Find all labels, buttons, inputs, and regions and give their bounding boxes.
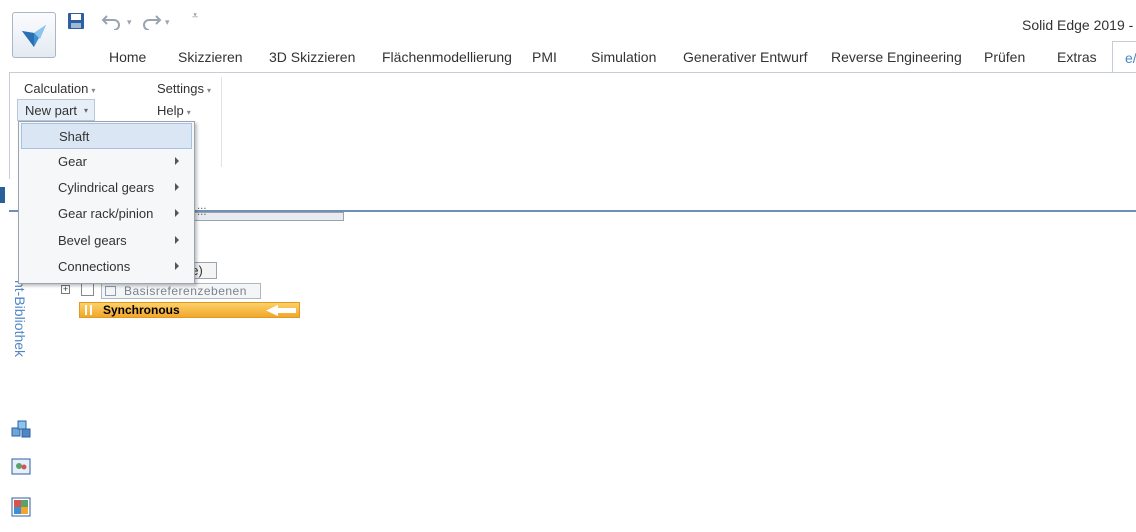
submenu-arrow-icon — [175, 183, 179, 191]
new-part-button[interactable]: New part ▾ — [17, 99, 95, 121]
settings-button[interactable]: Settings ▾ — [157, 81, 211, 96]
color-palette-icon[interactable] — [10, 496, 32, 518]
menu-item-label: Bevel gears — [58, 233, 127, 248]
settings-label: Settings — [157, 81, 204, 96]
redo-dropdown-icon[interactable]: ▾ — [165, 17, 170, 28]
submenu-arrow-icon — [175, 157, 179, 165]
menu-item-connections[interactable]: Connections — [21, 254, 192, 280]
menu-item-label: Cylindrical gears — [58, 180, 155, 195]
calculation-button[interactable]: Calculation ▾ — [24, 81, 95, 96]
ribbon-group-divider — [221, 77, 222, 167]
calculation-label: Calculation — [24, 81, 89, 96]
synchronous-icon — [85, 305, 92, 315]
tab-reverse-engineering[interactable]: Reverse Engineering — [831, 49, 962, 65]
save-icon[interactable] — [67, 12, 85, 30]
help-label: Help — [157, 103, 184, 118]
submenu-arrow-icon — [175, 262, 179, 270]
chevron-down-icon: ▾ — [84, 106, 89, 115]
tab-flaechenmodellierung[interactable]: Flächenmodellierung — [382, 49, 512, 65]
tab-pruefen[interactable]: Prüfen — [984, 49, 1025, 65]
tab-simulation[interactable]: Simulation — [591, 49, 656, 65]
tree-node-synchronous-label: Synchronous — [103, 303, 180, 317]
tab-active-label: e/ — [1125, 50, 1136, 66]
tab-skizzieren[interactable]: Skizzieren — [178, 49, 243, 65]
menu-item-cylindrical-gears[interactable]: Cylindrical gears — [21, 175, 192, 201]
help-button[interactable]: Help ▾ — [157, 103, 191, 118]
tree-node-synchronous[interactable]: Synchronous — [79, 302, 300, 318]
menu-item-shaft[interactable]: Shaft — [21, 123, 192, 149]
tab-home[interactable]: Home — [109, 49, 146, 65]
menu-item-gear[interactable]: Gear — [21, 149, 192, 175]
tab-extras[interactable]: Extras — [1057, 49, 1097, 65]
new-part-label: New part — [25, 103, 78, 118]
undo-dropdown-icon[interactable]: ▾ — [127, 17, 132, 28]
tab-3d-skizzieren[interactable]: 3D Skizzieren — [269, 49, 355, 65]
library-tab-label[interactable]: nt-Bibliothek — [8, 280, 28, 370]
chevron-down-icon: ▾ — [186, 108, 191, 117]
new-part-menu: Shaft Gear Cylindrical gears Gear rack/p… — [18, 121, 195, 284]
title-area — [0, 0, 1136, 68]
expand-icon[interactable]: + — [61, 285, 70, 294]
solid-edge-logo-icon — [22, 25, 46, 47]
assembly-icon[interactable] — [10, 418, 32, 440]
dots-icon: ⁚⁚⁚ — [197, 207, 207, 218]
rollback-arrow-icon[interactable] — [266, 305, 296, 316]
menu-item-gear-rack-pinion[interactable]: Gear rack/pinion — [21, 201, 192, 227]
redo-icon[interactable] — [140, 12, 162, 31]
menu-item-label: Gear rack/pinion — [58, 206, 154, 221]
menu-item-label: Shaft — [59, 129, 90, 144]
menu-item-bevel-gears[interactable]: Bevel gears — [21, 228, 192, 254]
visibility-checkbox[interactable] — [81, 283, 94, 296]
chevron-down-icon: ▾ — [206, 86, 211, 95]
submenu-arrow-icon — [175, 236, 179, 244]
tab-generativer-entwurf[interactable]: Generativer Entwurf — [683, 49, 808, 65]
undo-icon[interactable] — [101, 12, 123, 31]
tree-node-basis-label: Basisreferenzebenen — [124, 284, 247, 298]
customize-quick-access-icon[interactable]: ⩡ — [192, 10, 198, 23]
application-button[interactable] — [12, 12, 56, 58]
tab-active[interactable]: e/ — [1112, 41, 1136, 73]
tree-node-basis[interactable]: Basisreferenzebenen — [101, 283, 261, 299]
submenu-arrow-icon — [175, 209, 179, 217]
reference-planes-icon — [105, 286, 116, 296]
tab-pmi[interactable]: PMI — [532, 49, 557, 65]
tree-header-bar[interactable]: ⁚⁚⁚ — [194, 207, 344, 221]
window-title: Solid Edge 2019 - S — [1022, 17, 1136, 33]
pane-tab-marker[interactable] — [0, 187, 5, 203]
chevron-down-icon: ▾ — [91, 86, 96, 95]
image-view-icon[interactable] — [10, 456, 32, 478]
menu-item-label: Gear — [58, 154, 87, 169]
menu-item-label: Connections — [58, 259, 131, 274]
